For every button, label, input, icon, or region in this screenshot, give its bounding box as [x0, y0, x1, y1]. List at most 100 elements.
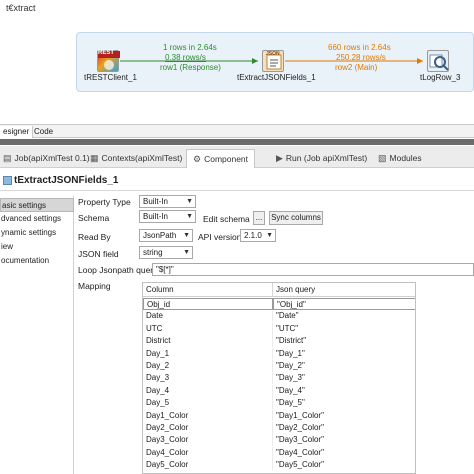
json-query-cell[interactable]: "Day_4": [273, 385, 415, 397]
loop-jsonpath-input[interactable]: "$[*]": [152, 263, 474, 276]
settings-nav: asic settings dvanced settings ynamic se…: [0, 196, 74, 474]
json-query-cell[interactable]: "Day4_Color": [273, 447, 415, 459]
column-header[interactable]: Column: [143, 283, 273, 297]
json-query-cell[interactable]: "Day_1": [273, 348, 415, 360]
tab-job-label: Job(apiXmlTest 0.1): [14, 153, 90, 163]
table-row[interactable]: Obj_id "Obj_id": [143, 298, 415, 310]
tab-job[interactable]: ▤ Job(apiXmlTest 0.1): [3, 150, 90, 166]
json-query-cell[interactable]: "Day2_Color": [273, 422, 415, 434]
nav-view[interactable]: iew: [0, 240, 74, 254]
component-title: tExtractJSONFields_1: [14, 175, 119, 186]
component-header: tExtractJSONFields_1: [0, 171, 474, 191]
mapping-label: Mapping: [78, 281, 111, 291]
column-cell[interactable]: Day4_Color: [143, 446, 273, 459]
modules-icon: ▧: [378, 153, 387, 163]
extract-json-label: tExtractJSONFields_1: [237, 73, 316, 82]
api-version-label: API version: [198, 232, 242, 242]
read-by-select[interactable]: JsonPath ▼: [139, 229, 193, 242]
json-query-cell[interactable]: "UTC": [273, 323, 415, 335]
column-cell[interactable]: Day5_Color: [143, 459, 273, 471]
flow1-arrow[interactable]: [120, 56, 260, 66]
json-field-label: JSON field: [78, 249, 119, 259]
edit-schema-button[interactable]: ...: [253, 211, 265, 225]
column-cell[interactable]: Day_2: [143, 360, 273, 372]
rest-client-label: tRESTClient_1: [84, 73, 137, 82]
column-cell[interactable]: Day2_Color: [143, 422, 273, 434]
flow1-rows: 1 rows in 2.64s: [163, 43, 217, 52]
tab-run[interactable]: ▶ Run (Job apiXmlTest): [276, 150, 367, 166]
table-row[interactable]: Date "Date": [143, 310, 415, 323]
json-query-cell[interactable]: "Day1_Color": [273, 410, 415, 422]
property-type-value: Built-In: [143, 197, 168, 206]
panel-separator: [0, 139, 474, 145]
table-row[interactable]: Day_1 "Day_1": [143, 347, 415, 360]
read-by-label: Read By: [78, 232, 111, 242]
table-row[interactable]: UTC "UTC": [143, 322, 415, 335]
json-field-select[interactable]: string ▼: [139, 246, 193, 259]
chevron-down-icon: ▼: [183, 232, 190, 239]
mapping-table[interactable]: Column Json query Obj_id "Obj_id" Date "Dat…: [142, 282, 416, 474]
column-cell[interactable]: Day1_Color: [143, 409, 273, 422]
table-row[interactable]: Day_4 "Day_4": [143, 384, 415, 397]
json-query-cell[interactable]: "Day_5": [273, 397, 415, 409]
json-query-cell[interactable]: "Date": [273, 310, 415, 322]
json-query-cell[interactable]: "Obj_id": [273, 298, 415, 310]
nav-advanced-settings[interactable]: dvanced settings: [0, 212, 74, 226]
table-row[interactable]: District "District": [143, 335, 415, 347]
nav-basic-settings[interactable]: asic settings: [0, 198, 74, 212]
read-by-value: JsonPath: [143, 231, 177, 240]
column-cell[interactable]: Date: [143, 310, 273, 323]
tab-modules[interactable]: ▧ Modules: [378, 150, 422, 166]
tab-component-label: Component: [204, 154, 249, 164]
json-badge: JSON: [266, 51, 280, 57]
column-cell[interactable]: Day3_Color: [143, 434, 273, 447]
chevron-down-icon: ▼: [266, 232, 273, 239]
json-query-cell[interactable]: "Day_2": [273, 360, 415, 372]
property-type-select[interactable]: Built-In ▼: [139, 195, 196, 208]
column-cell[interactable]: Day_3: [143, 372, 273, 385]
view-tab-bar: ▤ Job(apiXmlTest 0.1) ▦ Contexts(apiXmlT…: [0, 146, 474, 168]
column-cell[interactable]: Obj_id: [143, 298, 273, 310]
component-icon: ⚙: [193, 154, 202, 164]
api-version-select[interactable]: 2.1.0 ▼: [240, 229, 276, 242]
table-row[interactable]: Day_5 "Day_5": [143, 397, 415, 409]
designer-canvas[interactable]: t€xtract REST tRESTClient_1 1 rows in 2.…: [0, 0, 474, 122]
schema-select[interactable]: Built-In ▼: [139, 210, 196, 223]
json-query-cell[interactable]: "District": [273, 335, 415, 347]
column-cell[interactable]: Day_1: [143, 347, 273, 360]
table-row[interactable]: Day4_Color "Day4_Color": [143, 446, 415, 459]
api-version-value: 2.1.0: [244, 231, 262, 240]
table-row[interactable]: Day_3 "Day_3": [143, 372, 415, 385]
table-row[interactable]: Day_2 "Day_2": [143, 360, 415, 372]
column-cell[interactable]: District: [143, 335, 273, 347]
log-row-label: tLogRow_3: [420, 73, 461, 82]
schema-value: Built-In: [143, 212, 168, 221]
table-row[interactable]: Day5_Color "Day5_Color": [143, 459, 415, 471]
column-cell[interactable]: Day_5: [143, 397, 273, 409]
tab-contexts[interactable]: ▦ Contexts(apiXmlTest): [90, 150, 182, 166]
tab-code[interactable]: Code: [31, 126, 56, 138]
tab-component[interactable]: ⚙ Component: [186, 149, 256, 168]
component-type-icon: [3, 176, 12, 185]
column-cell[interactable]: Day_4: [143, 384, 273, 397]
run-icon: ▶: [276, 153, 283, 163]
json-query-cell[interactable]: "Day5_Color": [273, 459, 415, 471]
nav-dynamic-settings[interactable]: ynamic settings: [0, 226, 74, 240]
log-row-icon[interactable]: [427, 50, 449, 72]
json-query-cell[interactable]: "Day_3": [273, 372, 415, 384]
tab-designer[interactable]: esigner: [0, 126, 34, 138]
tab-run-label: Run (Job apiXmlTest): [285, 153, 368, 163]
magnifier-icon: [429, 54, 449, 71]
nav-documentation[interactable]: ocumentation: [0, 254, 74, 268]
table-row[interactable]: Day3_Color "Day3_Color": [143, 434, 415, 447]
table-row[interactable]: Day1_Color "Day1_Color": [143, 409, 415, 422]
contexts-icon: ▦: [90, 153, 99, 163]
column-cell[interactable]: UTC: [143, 322, 273, 335]
json-query-header[interactable]: Json query: [273, 283, 415, 297]
table-row[interactable]: Day2_Color "Day2_Color": [143, 422, 415, 434]
sync-columns-button[interactable]: Sync columns: [269, 211, 323, 225]
json-query-cell[interactable]: "Day3_Color": [273, 434, 415, 446]
flow2-arrow[interactable]: [285, 56, 425, 66]
schema-label: Schema: [78, 213, 110, 223]
chevron-down-icon: ▼: [186, 198, 193, 205]
